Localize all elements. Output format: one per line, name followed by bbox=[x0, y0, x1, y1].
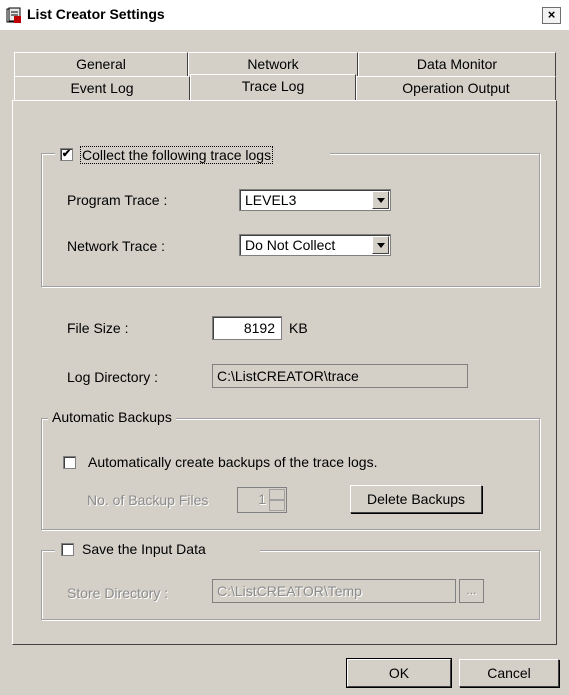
ok-button[interactable]: OK bbox=[346, 658, 452, 688]
store-directory-label: Store Directory : bbox=[67, 585, 169, 601]
tab-data-monitor[interactable]: Data Monitor bbox=[358, 52, 556, 76]
backup-count-stepper[interactable]: 1 bbox=[237, 487, 287, 513]
title-bar: List Creator Settings × bbox=[0, 0, 569, 30]
automatic-backups-legend: Automatic Backups bbox=[48, 409, 176, 425]
program-trace-select[interactable]: LEVEL3 bbox=[239, 189, 391, 211]
collect-checkbox[interactable]: ✔ bbox=[60, 148, 73, 161]
auto-backup-label: Automatically create backups of the trac… bbox=[88, 454, 378, 470]
network-trace-value: Do Not Collect bbox=[245, 237, 336, 253]
window-title: List Creator Settings bbox=[27, 6, 165, 22]
tab-event-log[interactable]: Event Log bbox=[14, 76, 190, 100]
tab-trace-log[interactable]: Trace Log bbox=[190, 74, 356, 100]
app-icon bbox=[6, 7, 22, 23]
spin-down-icon[interactable] bbox=[269, 500, 285, 511]
log-directory-label: Log Directory : bbox=[67, 369, 159, 385]
log-directory-field[interactable]: C:\ListCREATOR\trace bbox=[212, 364, 468, 388]
network-trace-label: Network Trace : bbox=[67, 238, 166, 254]
automatic-backups-group bbox=[41, 418, 540, 530]
delete-backups-button[interactable]: Delete Backups bbox=[350, 485, 482, 513]
browse-button[interactable]: ... bbox=[459, 579, 484, 603]
program-trace-label: Program Trace : bbox=[67, 192, 168, 208]
save-input-label: Save the Input Data bbox=[82, 541, 206, 557]
store-directory-field[interactable]: C:\ListCREATOR\Temp bbox=[212, 579, 456, 603]
cancel-button[interactable]: Cancel bbox=[459, 659, 559, 687]
backup-count-label: No. of Backup Files bbox=[87, 492, 209, 508]
network-trace-select[interactable]: Do Not Collect bbox=[239, 234, 391, 256]
trace-collect-group bbox=[41, 153, 540, 287]
file-size-unit: KB bbox=[289, 320, 308, 336]
chevron-down-icon[interactable] bbox=[372, 191, 389, 209]
backup-count-value: 1 bbox=[258, 491, 266, 507]
file-size-label: File Size : bbox=[67, 320, 129, 336]
file-size-input[interactable]: 8192 bbox=[212, 316, 282, 340]
close-button[interactable]: × bbox=[542, 7, 561, 24]
chevron-down-icon[interactable] bbox=[372, 236, 389, 254]
spin-up-icon[interactable] bbox=[269, 489, 285, 500]
collect-label: Collect the following trace logs bbox=[80, 146, 274, 164]
tab-network[interactable]: Network bbox=[188, 52, 358, 76]
program-trace-value: LEVEL3 bbox=[245, 192, 297, 208]
tab-operation-output[interactable]: Operation Output bbox=[356, 76, 556, 100]
auto-backup-checkbox[interactable] bbox=[63, 456, 76, 469]
save-input-checkbox[interactable] bbox=[61, 543, 74, 556]
tab-general[interactable]: General bbox=[14, 52, 188, 76]
